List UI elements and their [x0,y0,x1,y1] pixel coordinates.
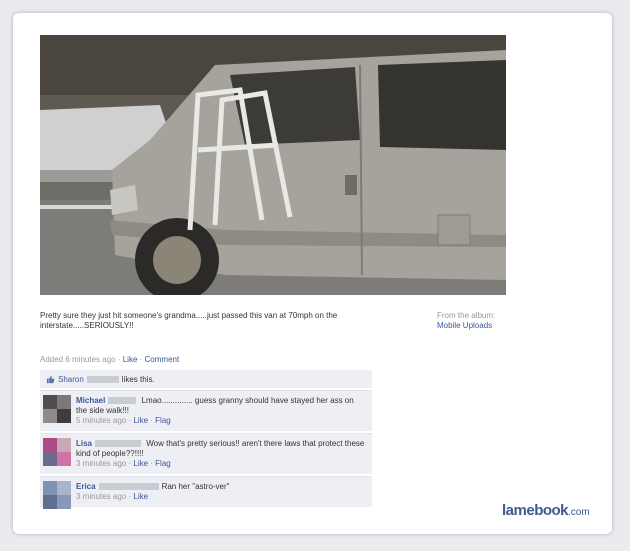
comment-link[interactable]: Comment [145,355,180,364]
brand-domain: .com [568,507,590,518]
comment-like-link[interactable]: Like [133,459,148,468]
avatar[interactable] [43,395,71,423]
album-info: From the album: Mobile Uploads [437,311,495,331]
redacted-surname [86,375,119,383]
brand-name: lamebook [502,502,569,519]
comment-author[interactable]: Erica [76,482,96,491]
lamebook-logo[interactable]: lamebook.com [502,502,590,519]
comment-item: Lisa Wow that's pretty serious!! aren't … [40,433,372,474]
likes-text: likes this. [121,374,155,384]
comment-author[interactable]: Lisa [76,439,92,448]
post-meta: Added 6 minutes ago · Like · Comment [40,355,179,364]
comment-author[interactable]: Michael [76,396,105,405]
like-link[interactable]: Like [123,355,138,364]
post-caption: Pretty sure they just hit someone's gran… [40,311,338,330]
avatar[interactable] [43,481,71,509]
post-timestamp: Added 6 minutes ago [40,355,116,364]
post-photo[interactable] [40,35,506,295]
redacted-surname [95,440,142,448]
redacted-surname [98,483,159,491]
comment-time: 3 minutes ago [76,459,127,468]
comment-time: 3 minutes ago [76,492,127,501]
liker-name[interactable]: Sharon [58,375,84,384]
thumbs-up-icon [46,375,55,383]
comment-like-link[interactable]: Like [133,492,148,501]
comment-flag-link[interactable]: Flag [155,459,171,468]
comment-text: Ran her "astro-ver" [161,482,230,491]
likes-row: Sharon likes this. [40,370,372,388]
comment-like-link[interactable]: Like [133,416,148,425]
comment-item: Michael Lmao.............. guess granny … [40,390,372,431]
meta-separator: · [137,355,145,364]
album-link[interactable]: Mobile Uploads [437,321,495,331]
van-with-walker-image [40,35,506,295]
avatar[interactable] [43,438,71,466]
feedback-section: Sharon likes this. Michael Lmao.........… [40,370,372,509]
comment-item: Erica Ran her "astro-ver" 3 minutes ago ·… [40,476,372,509]
comment-time: 5 minutes ago [76,416,127,425]
meta-separator: · [115,355,123,364]
redacted-surname [108,397,137,405]
comment-flag-link[interactable]: Flag [155,416,171,425]
album-label: From the album: [437,311,496,320]
